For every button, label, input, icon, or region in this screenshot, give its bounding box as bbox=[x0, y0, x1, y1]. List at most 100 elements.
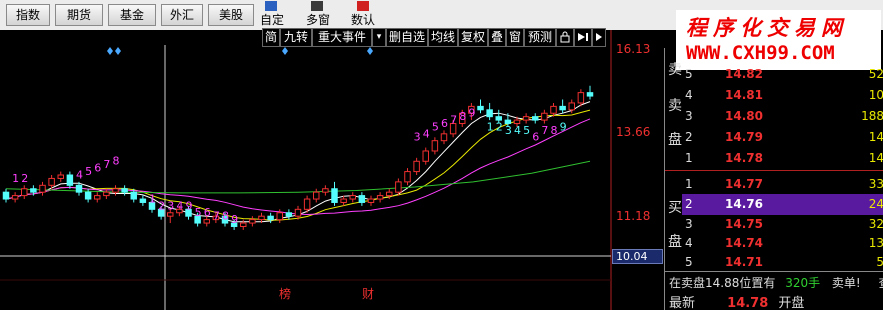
major-events-button[interactable]: 重大事件 bbox=[312, 28, 372, 47]
sell-side-label-1: 卖 bbox=[668, 62, 682, 78]
step-icon[interactable] bbox=[574, 28, 592, 47]
sell-row-4[interactable]: 4 14.81 10 bbox=[682, 85, 883, 106]
candle-body bbox=[376, 195, 384, 200]
price-tick-mid: 13.66 bbox=[616, 125, 651, 139]
candle-body bbox=[532, 116, 539, 121]
multi-window-icon[interactable] bbox=[311, 1, 323, 11]
candle-body bbox=[94, 195, 101, 200]
candle-body bbox=[249, 219, 256, 224]
sequence-label: 5 bbox=[432, 120, 439, 133]
sequence-label: 6 bbox=[204, 206, 211, 219]
chevron-down-icon[interactable]: ▾ bbox=[372, 28, 386, 47]
menu-arrow-icon[interactable] bbox=[592, 28, 606, 47]
price: 14.77 bbox=[725, 177, 763, 191]
tab-index[interactable]: 指数 bbox=[6, 4, 50, 26]
candle-body bbox=[39, 184, 46, 193]
candle-body bbox=[112, 188, 119, 193]
level: 5 bbox=[685, 255, 693, 269]
candle-body bbox=[313, 191, 320, 200]
sequence-label: 7 bbox=[103, 158, 110, 171]
candle-body bbox=[568, 102, 575, 111]
buy-row-1[interactable]: 1 14.77 33 bbox=[682, 174, 883, 195]
moving-average-button[interactable]: 均线 bbox=[428, 28, 458, 47]
buy-row-5[interactable]: 5 14.71 5 bbox=[682, 252, 883, 273]
buy-row-2[interactable]: 2 14.76 24 bbox=[682, 194, 883, 215]
candle-body bbox=[21, 188, 28, 197]
sell-row-3[interactable]: 3 14.80 188 bbox=[682, 106, 883, 127]
price-tick-high: 16.13 bbox=[616, 42, 651, 56]
candle-body bbox=[167, 212, 174, 217]
level: 2 bbox=[685, 197, 693, 211]
sequence-label: 2 bbox=[21, 172, 28, 185]
volume: 32 bbox=[868, 217, 883, 231]
sequence-label: 7 bbox=[450, 114, 457, 127]
sell-row-1[interactable]: 1 14.78 14 bbox=[682, 148, 883, 169]
price: 14.81 bbox=[725, 88, 763, 102]
adjust-rights-button[interactable]: 复权 bbox=[458, 28, 488, 47]
sequence-label: 5 bbox=[195, 206, 202, 219]
sequence-label: 9 bbox=[560, 120, 567, 133]
level: 4 bbox=[685, 236, 693, 250]
level: 5 bbox=[685, 67, 693, 81]
order-book-footer-divider bbox=[665, 271, 883, 272]
buy-side-label-1: 买 bbox=[668, 200, 682, 216]
sell-row-2[interactable]: 2 14.79 14 bbox=[682, 127, 883, 148]
price: 14.80 bbox=[725, 109, 763, 123]
candle-body bbox=[203, 219, 210, 224]
price-cursor-label: 10.04 bbox=[612, 249, 663, 264]
level: 4 bbox=[685, 88, 693, 102]
tab-us-stocks[interactable]: 美股 bbox=[208, 4, 254, 26]
sequence-label: 1 bbox=[487, 120, 494, 133]
remove-watchlist-button[interactable]: 删自选 bbox=[386, 28, 428, 47]
kline-chart[interactable]: 1 2 4 5 6 7 812 3 4 95 6 7 8 93 45 6 7 8 91 2 3 4 567 8 9榜财 bbox=[0, 30, 612, 310]
sequence-label: 6 bbox=[532, 131, 539, 144]
nine-turn-button[interactable]: 九转 bbox=[280, 28, 312, 47]
logo-title: 程序化交易网 bbox=[686, 15, 848, 40]
candle-body bbox=[541, 112, 548, 121]
candle-body bbox=[57, 174, 64, 179]
candle-body bbox=[340, 198, 347, 203]
sequence-label: 4 bbox=[176, 199, 183, 212]
alert-extra[interactable]: 查 bbox=[879, 276, 883, 290]
tab-futures[interactable]: 期货 bbox=[55, 4, 103, 26]
multi-window-label[interactable]: 多窗 bbox=[306, 12, 330, 28]
simple-button[interactable]: 简 bbox=[262, 28, 280, 47]
volume: 5 bbox=[876, 255, 883, 269]
price-tick-low: 11.18 bbox=[616, 209, 651, 223]
candle-body bbox=[2, 191, 10, 200]
big-order-alert: 在卖盘14.88位置有 320手 卖单! 查 bbox=[669, 274, 883, 290]
event-diamond-icon bbox=[115, 47, 121, 55]
sell-row-5[interactable]: 5 14.82 52 bbox=[682, 64, 883, 85]
candle-body bbox=[139, 198, 147, 203]
customize-label[interactable]: 自定 bbox=[260, 12, 284, 28]
volume: 10 bbox=[868, 88, 883, 102]
candle-body bbox=[486, 109, 493, 118]
alert-prefix: 在卖盘14.88位置有 bbox=[669, 276, 776, 290]
price: 14.76 bbox=[725, 197, 763, 211]
price: 14.75 bbox=[725, 217, 763, 231]
lock-icon[interactable] bbox=[556, 28, 574, 47]
confirm-icon[interactable] bbox=[357, 1, 369, 11]
candle-body bbox=[413, 160, 420, 173]
sequence-label: 4 bbox=[423, 127, 430, 140]
customize-icon[interactable] bbox=[265, 1, 277, 11]
event-marker: 财 bbox=[362, 287, 374, 301]
buy-row-3[interactable]: 3 14.75 32 bbox=[682, 214, 883, 235]
candle-body bbox=[522, 116, 530, 121]
overlay-button[interactable]: 叠 bbox=[488, 28, 506, 47]
candle-body bbox=[11, 195, 19, 200]
volume: 33 bbox=[868, 177, 883, 191]
price: 14.82 bbox=[725, 67, 763, 81]
sequence-label: 7 bbox=[213, 210, 220, 223]
tab-forex[interactable]: 外汇 bbox=[161, 4, 203, 26]
candle-body bbox=[285, 212, 293, 217]
candle-body bbox=[303, 198, 311, 210]
candle-body bbox=[276, 212, 283, 221]
sequence-label: 9 bbox=[468, 107, 475, 120]
confirm-label[interactable]: 数认 bbox=[351, 12, 375, 28]
forecast-button[interactable]: 预测 bbox=[524, 28, 556, 47]
sequence-label: 3 bbox=[167, 199, 174, 212]
buy-row-4[interactable]: 4 14.74 13 bbox=[682, 233, 883, 254]
window-button[interactable]: 窗 bbox=[506, 28, 524, 47]
tab-funds[interactable]: 基金 bbox=[108, 4, 156, 26]
